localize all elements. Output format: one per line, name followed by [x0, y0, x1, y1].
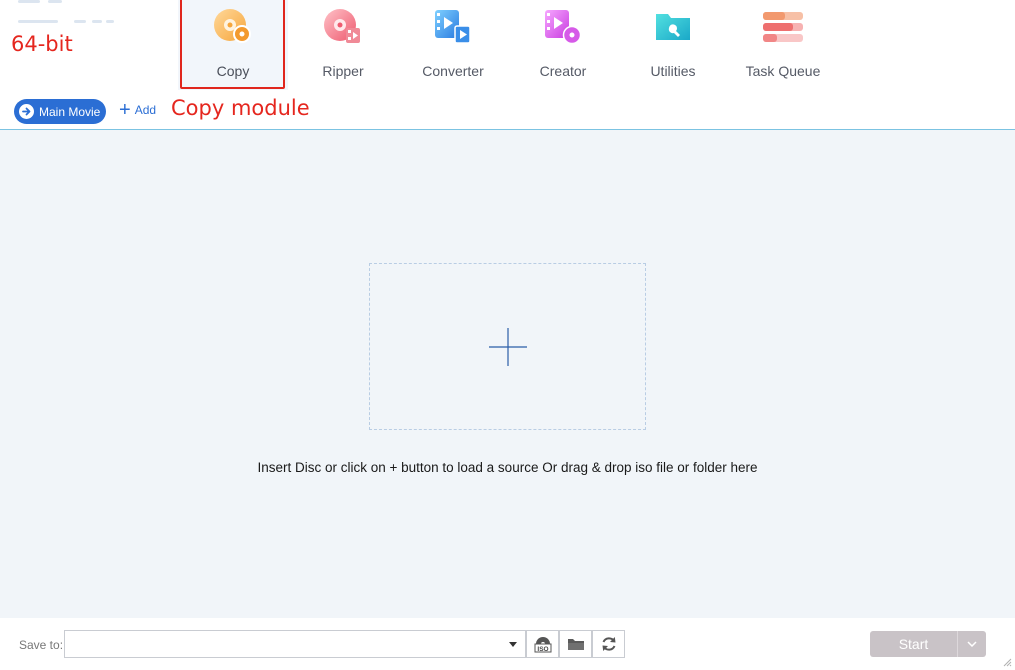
save-path-input[interactable] — [65, 631, 495, 657]
creator-video-disc-icon — [545, 10, 582, 45]
main-movie-label: Main Movie — [39, 104, 101, 119]
resize-grip-icon[interactable] — [1002, 657, 1012, 667]
nav-item-creator[interactable]: Creator — [508, 0, 618, 90]
nav-item-label: Utilities — [650, 63, 696, 79]
nav-item-utilities[interactable]: Utilities — [618, 0, 728, 90]
iso-label: ISO — [537, 646, 548, 653]
nav-item-task-queue[interactable]: Task Queue — [728, 0, 838, 90]
plus-icon: + — [119, 99, 131, 121]
plus-icon[interactable] — [489, 328, 527, 366]
annotation-64-bit: 64-bit — [11, 32, 73, 56]
bottom-bar: Save to: ISO Start — [0, 618, 1015, 670]
nav-item-ripper[interactable]: Ripper — [288, 0, 398, 90]
source-workspace: Insert Disc or click on + button to load… — [0, 130, 1015, 618]
ripper-disc-icon — [324, 9, 360, 43]
dropdown-arrow-icon[interactable] — [509, 642, 517, 647]
save-to-label: Save to: — [19, 638, 64, 652]
app-logo — [18, 0, 118, 32]
drop-zone[interactable] — [369, 263, 646, 430]
nav-item-converter[interactable]: Converter — [398, 0, 508, 90]
start-button[interactable]: Start — [870, 631, 957, 657]
nav-item-label: Creator — [539, 63, 587, 79]
converter-video-icon — [435, 10, 471, 44]
annotation-copy-module: Copy module — [171, 96, 310, 120]
utilities-folder-icon — [656, 14, 690, 40]
drop-hint-text: Insert Disc or click on + button to load… — [257, 460, 758, 475]
top-header: 64-bit Copy Ripper Converter Creator Uti… — [0, 0, 1015, 130]
copy-disc-icon — [214, 9, 251, 43]
start-options-dropdown[interactable] — [957, 631, 986, 657]
iso-button[interactable]: ISO — [526, 630, 559, 658]
task-queue-icon — [763, 12, 803, 42]
add-label: Add — [134, 103, 157, 117]
save-path-select[interactable] — [64, 630, 526, 658]
nav-item-label: Copy — [216, 63, 250, 79]
iso-disc-icon: ISO — [534, 637, 551, 653]
refresh-button[interactable] — [592, 630, 625, 658]
refresh-icon — [602, 637, 615, 651]
add-button[interactable]: + Add — [119, 99, 157, 121]
main-movie-button[interactable]: Main Movie — [14, 99, 106, 124]
nav-item-label: Ripper — [322, 63, 364, 79]
nav-item-label: Task Queue — [745, 63, 821, 79]
module-nav: Copy Ripper Converter Creator Utilities … — [178, 0, 838, 90]
nav-item-label: Converter — [422, 63, 484, 79]
browse-folder-button[interactable] — [559, 630, 592, 658]
nav-item-copy[interactable]: Copy — [178, 0, 288, 90]
arrow-right-icon — [19, 104, 34, 119]
folder-icon — [567, 639, 584, 650]
chevron-down-icon — [967, 641, 977, 647]
